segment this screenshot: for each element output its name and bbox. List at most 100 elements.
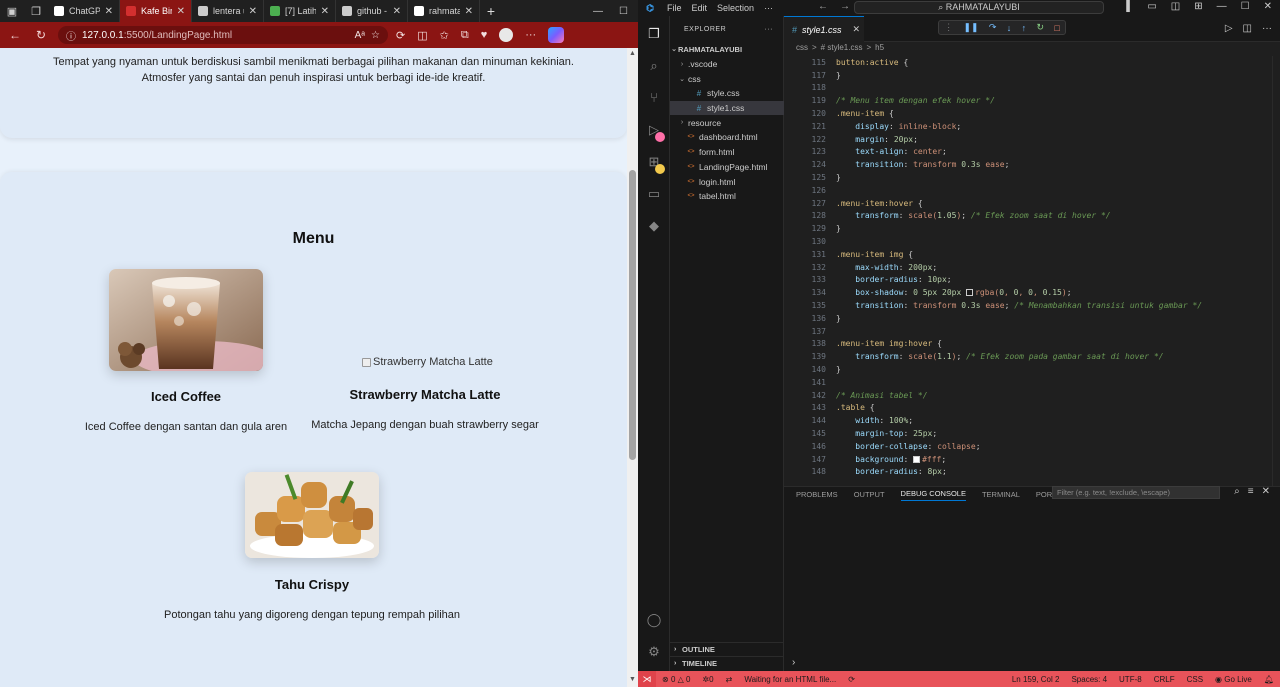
code-line[interactable]: 135 transition: transform 0.3s ease; /* … — [784, 299, 1274, 312]
maximize-icon[interactable]: ☐ — [619, 6, 628, 17]
menu-more[interactable]: ··· — [759, 3, 778, 13]
code-line[interactable]: 123 text-align: center; — [784, 146, 1274, 159]
browser-tab[interactable]: Kafe Biru ✕ — [120, 0, 192, 22]
code-line[interactable]: 120 .menu-item { — [784, 107, 1274, 120]
tree-item[interactable]: # style.css — [670, 86, 784, 101]
code-line[interactable]: 128 transform: scale(1.05); /* Efek zoom… — [784, 210, 1274, 223]
favorite-star-icon[interactable]: ☆ — [371, 30, 380, 41]
step-into-icon[interactable]: ↓ — [1007, 23, 1012, 33]
tree-item[interactable]: ⌄ css — [670, 71, 784, 86]
code-line[interactable]: 127 .menu-item:hover { — [784, 197, 1274, 210]
code-line[interactable]: 118 — [784, 82, 1274, 95]
language-mode[interactable]: CSS — [1181, 675, 1209, 684]
breadcrumb-item[interactable]: # style1.css — [821, 43, 863, 52]
editor-more-icon[interactable]: ··· — [1262, 23, 1272, 34]
menu-file[interactable]: File — [662, 3, 687, 13]
run-icon[interactable]: ▷ — [1225, 23, 1233, 34]
go-live-button[interactable]: ◉ Go Live — [1209, 675, 1258, 684]
address-bar[interactable]: ⓘ 127.0.0.1:5500/LandingPage.html Aᵃ ☆ — [58, 26, 388, 44]
search-icon[interactable]: ⌕ — [645, 58, 663, 76]
tree-item[interactable]: <> tabel.html — [670, 189, 784, 204]
close-tab-icon[interactable]: ✕ — [249, 6, 257, 17]
account-icon[interactable]: ◯ — [645, 612, 663, 630]
tree-item[interactable]: <> LandingPage.html — [670, 160, 784, 175]
panel-tab-problems[interactable]: PROBLEMS — [796, 490, 838, 499]
cursor-position[interactable]: Ln 159, Col 2 — [1006, 675, 1066, 684]
tree-item[interactable]: › .vscode — [670, 57, 784, 72]
code-line[interactable]: 143 .table { — [784, 402, 1274, 415]
breadcrumb-item[interactable]: css — [796, 43, 808, 52]
scroll-up-icon[interactable]: ▲ — [629, 50, 636, 57]
favorites-icon[interactable]: ✩ — [440, 29, 449, 42]
split-editor-icon[interactable]: ◫ — [1243, 23, 1252, 34]
browser-tab[interactable]: ChatGPT ✕ — [48, 0, 120, 22]
restart-icon[interactable]: ↻ — [1036, 22, 1044, 33]
browser-tab[interactable]: lentera u ✕ — [192, 0, 264, 22]
code-line[interactable]: 142 /* Animasi tabel */ — [784, 389, 1274, 402]
code-line[interactable]: 137 — [784, 325, 1274, 338]
code-line[interactable]: 119 /* Menu item dengan efek hover */ — [784, 94, 1274, 107]
code-line[interactable]: 146 border-collapse: collapse; — [784, 440, 1274, 453]
split-screen-icon[interactable]: ◫ — [417, 29, 427, 42]
profile-avatar[interactable] — [499, 28, 514, 42]
step-out-icon[interactable]: ↑ — [1022, 23, 1027, 33]
tree-item[interactable]: <> form.html — [670, 145, 784, 160]
source-control-icon[interactable]: ⑂ — [645, 90, 663, 108]
outline-section[interactable]: › OUTLINE — [670, 642, 784, 656]
remote-explorer-icon[interactable]: ▭ — [645, 186, 663, 204]
code-line[interactable]: 140} — [784, 363, 1274, 376]
code-line[interactable]: 144 width: 100%; — [784, 414, 1274, 427]
editor-tab-style1-css[interactable]: # style1.css ✕ — [784, 16, 864, 42]
panel-tab-terminal[interactable]: TERMINAL — [982, 490, 1020, 499]
code-line[interactable]: 129} — [784, 222, 1274, 235]
code-line[interactable]: 139 transform: scale(1.1); /* Efek zoom … — [784, 350, 1274, 363]
close-tab-icon[interactable]: ✕ — [393, 6, 401, 17]
live-share-icon[interactable]: ⇄ — [720, 675, 739, 684]
maximize-icon[interactable]: ☐ — [1241, 1, 1250, 12]
code-line[interactable]: 145 margin-top: 25px; — [784, 427, 1274, 440]
explorer-more-icon[interactable]: ··· — [765, 26, 774, 33]
line-ending[interactable]: CRLF — [1148, 675, 1181, 684]
code-line[interactable]: 122 margin: 20px; — [784, 133, 1274, 146]
debug-filter-input[interactable]: Filter (e.g. text, !exclude, \escape) — [1052, 486, 1220, 499]
close-tab-icon[interactable]: ✕ — [177, 6, 185, 17]
explorer-icon[interactable]: ❐ — [645, 26, 663, 44]
close-icon[interactable]: ✕ — [1264, 1, 1272, 12]
pause-icon[interactable]: ❚❚ — [963, 22, 978, 33]
refresh-icon[interactable]: ↻ — [32, 28, 50, 42]
code-editor[interactable]: 115 button:active {117} 118 119/* Menu item… — [784, 56, 1280, 486]
info-icon[interactable]: ⓘ — [66, 28, 76, 43]
browser-tab[interactable]: rahmatal ✕ — [408, 0, 480, 22]
strawberry-matcha-image-broken[interactable]: Strawberry Matcha Latte — [362, 356, 493, 368]
menu-edit[interactable]: Edit — [687, 3, 713, 13]
collections-icon[interactable]: ⧉ — [461, 29, 469, 42]
close-tab-icon[interactable]: ✕ — [465, 6, 473, 17]
tahu-crispy-image[interactable] — [245, 472, 379, 558]
close-panel-icon[interactable]: ✕ — [1262, 486, 1270, 497]
tab-actions-icon[interactable]: ❐ — [24, 0, 48, 22]
panel-tab-output[interactable]: OUTPUT — [854, 490, 885, 499]
search-icon[interactable]: ⌕ — [1234, 486, 1240, 497]
close-tab-icon[interactable]: ✕ — [105, 6, 113, 17]
editor-scrollbar[interactable] — [1272, 56, 1280, 486]
drag-handle-icon[interactable]: ⋮ — [944, 22, 953, 33]
extension-icon[interactable]: ⟳ — [396, 29, 405, 42]
nav-back-icon[interactable]: ← — [818, 1, 828, 12]
notifications-icon[interactable]: 🔔︎ — [1258, 675, 1280, 684]
console-prompt-icon[interactable]: › — [792, 657, 795, 668]
code-line[interactable]: 148 border-radius: 8px; — [784, 466, 1274, 479]
code-line[interactable]: 131 .menu-item img { — [784, 248, 1274, 261]
browser-tab[interactable]: [7] Latih ✕ — [264, 0, 336, 22]
tree-item[interactable]: # style1.css — [670, 100, 784, 116]
code-line[interactable]: 133 border-radius: 10px; — [784, 274, 1274, 287]
read-aloud-icon[interactable]: Aᵃ — [355, 30, 365, 41]
workspaces-icon[interactable]: ▣ — [0, 0, 24, 22]
remote-icon[interactable]: ⋊ — [638, 671, 656, 687]
code-line[interactable]: 132 max-width: 200px; — [784, 261, 1274, 274]
toggle-secondary-sidebar-icon[interactable]: ◫ — [1171, 1, 1180, 12]
code-line[interactable]: 134 box-shadow: 0 5px 20px rgba(0, 0, 0,… — [784, 286, 1274, 299]
tree-item[interactable]: <> dashboard.html — [670, 130, 784, 145]
toggle-panel-icon[interactable]: ▭ — [1147, 1, 1156, 12]
encoding[interactable]: UTF-8 — [1113, 675, 1148, 684]
code-line[interactable]: 117} — [784, 69, 1274, 82]
